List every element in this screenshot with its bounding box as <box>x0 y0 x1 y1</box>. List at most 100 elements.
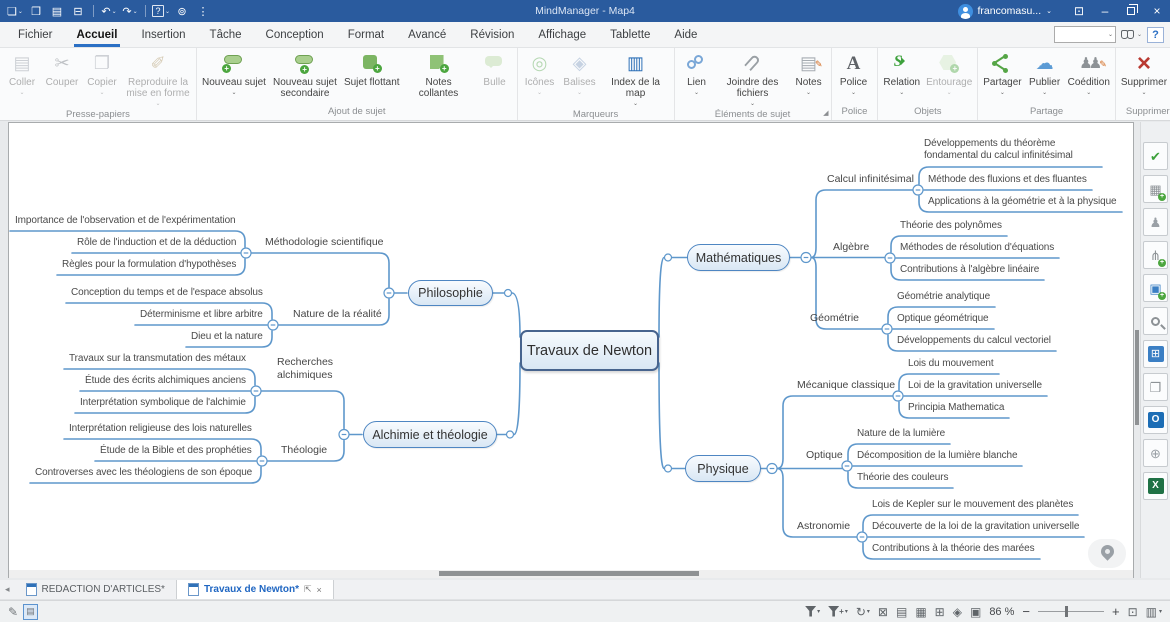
document-tab-travaux-de-newton[interactable]: Travaux de Newton*⇱× <box>176 580 334 599</box>
icons-panel-button[interactable]: ⊞ <box>935 605 945 619</box>
map-markers-button[interactable]: ✔ <box>1143 142 1168 170</box>
leaf-topic[interactable]: Interprétation religieuse des lois natur… <box>69 422 252 435</box>
leaf-topic[interactable]: Théorie des polynômes <box>900 219 1002 232</box>
leaf-topic[interactable]: Développements du théorème fondamental d… <box>924 138 1098 161</box>
redo-button[interactable]: ↷⌄ <box>120 2 140 20</box>
leaf-topic[interactable]: Dieu et la nature <box>191 330 263 343</box>
main-topic-alchimie-et-theologie[interactable]: Alchimie et théologie <box>363 421 497 448</box>
leaf-topic[interactable]: Rôle de l'induction et de la déduction <box>77 236 236 249</box>
subtopic-optique[interactable]: Optique <box>806 449 843 462</box>
tags-panel-button[interactable]: ◈ <box>953 605 962 619</box>
panel-layout-button[interactable]: ▥▾ <box>1146 605 1162 619</box>
help-button[interactable]: ? <box>1147 27 1164 43</box>
relation-button[interactable]: SRelation⌄ <box>880 51 923 97</box>
new-document-button[interactable]: ❏⌄ <box>5 2 25 20</box>
leaf-topic[interactable]: Nature de la lumière <box>857 427 945 440</box>
save-button[interactable]: ▤ <box>47 2 67 20</box>
subtopic-theologie[interactable]: Théologie <box>281 444 327 457</box>
leaf-topic[interactable]: Contributions à la théorie des marées <box>872 542 1035 555</box>
leaf-topic[interactable]: Étude des écrits alchimiques anciens <box>85 374 246 387</box>
notes-button[interactable]: ▤✎Notes⌄ <box>789 51 829 97</box>
leaf-topic[interactable]: Loi de la gravitation universelle <box>908 379 1042 392</box>
learning-center-button[interactable]: ⊚ <box>172 2 192 20</box>
add-task-info-button[interactable]: ▦+ <box>1143 175 1168 203</box>
zoom-in-button[interactable]: + <box>1112 604 1120 619</box>
leaf-topic[interactable]: Développements du calcul vectoriel <box>897 334 1051 347</box>
leaf-topic[interactable]: Controverses avec les théologiens de son… <box>35 466 252 479</box>
fit-map-button[interactable]: ⊞ <box>1143 340 1168 368</box>
joindre-des-fichiers-button[interactable]: Joindre des fichiers⌄ <box>717 51 789 108</box>
subtopic-calcul-infinitesimal[interactable]: Calcul infinitésimal <box>827 173 914 186</box>
notes-panel-button[interactable]: ▤ <box>896 605 907 619</box>
add-image-button[interactable]: ▣+ <box>1143 274 1168 302</box>
coedition-button[interactable]: ♟♟✎Coédition⌄ <box>1065 51 1113 97</box>
touch-mode-button[interactable]: ▤ <box>23 604 38 620</box>
select-tool-button[interactable]: ⊠ <box>878 605 888 619</box>
more-commands-button[interactable]: ⋮ <box>193 2 213 20</box>
close-tab-icon[interactable]: × <box>317 585 322 595</box>
vertical-scrollbar[interactable] <box>1135 330 1139 425</box>
leaf-topic[interactable]: Déterminisme et libre arbitre <box>140 308 263 321</box>
leaf-topic[interactable]: Principia Mathematica <box>908 401 1004 414</box>
leaf-topic[interactable]: Lois de Kepler sur le mouvement des plan… <box>872 498 1073 511</box>
subtopic-nature-de-la-realite[interactable]: Nature de la réalité <box>293 308 382 321</box>
leaf-topic[interactable]: Optique géométrique <box>897 312 989 325</box>
presentation-button[interactable]: ▣ <box>970 605 981 619</box>
sujet-flottant-button[interactable]: Sujet flottant <box>341 51 403 89</box>
zoom-out-button[interactable]: − <box>1022 604 1030 619</box>
subtopic-methodologie-scientifique[interactable]: Méthodologie scientifique <box>265 236 384 249</box>
subtopic-geometrie[interactable]: Géométrie <box>810 312 859 325</box>
leaf-topic[interactable]: Décomposition de la lumière blanche <box>857 449 1017 462</box>
help-button[interactable]: ?⌄ <box>151 2 171 20</box>
fit-map-button[interactable]: ⊡ <box>1128 605 1138 619</box>
subtopic-algebre[interactable]: Algèbre <box>833 241 869 254</box>
quick-filter-button[interactable]: +▾ <box>828 606 848 617</box>
leaf-topic[interactable]: Travaux sur la transmutation des métaux <box>69 352 246 365</box>
add-subtopic-button[interactable]: ⋔+ <box>1143 241 1168 269</box>
nouveau-sujet-secondaire-button[interactable]: Nouveau sujet secondaire <box>269 51 341 100</box>
outlook-button[interactable]: O <box>1143 406 1168 434</box>
account-menu[interactable]: francomasu... ⌄ <box>958 4 1053 19</box>
locate-map-button[interactable] <box>1088 539 1126 568</box>
leaf-topic[interactable]: Interprétation symbolique de l'alchimie <box>80 396 246 409</box>
tab-scroll-left-icon[interactable]: ◂ <box>0 580 15 599</box>
tab-accueil[interactable]: Accueil <box>65 22 130 47</box>
sync-button[interactable]: ↻▾ <box>856 605 870 619</box>
leaf-topic[interactable]: Étude de la Bible et des prophéties <box>100 444 252 457</box>
dialog-launcher-icon[interactable]: ◢ <box>823 109 828 117</box>
tab-fichier[interactable]: Fichier <box>6 22 65 47</box>
search-input[interactable] <box>1055 28 1105 41</box>
subtopic-astronomie[interactable]: Astronomie <box>797 520 850 533</box>
main-topic-physique[interactable]: Physique <box>685 455 761 482</box>
supprimer-button[interactable]: ×Supprimer⌄ <box>1118 51 1170 97</box>
undo-button[interactable]: ↶⌄ <box>99 2 119 20</box>
tab-affichage[interactable]: Affichage <box>526 22 598 47</box>
main-topic-mathematiques[interactable]: Mathématiques <box>687 244 790 271</box>
restore-button[interactable] <box>1118 0 1144 22</box>
leaf-topic[interactable]: Géométrie analytique <box>897 290 990 303</box>
subtopic-mecanique-classique[interactable]: Mécanique classique <box>797 379 895 392</box>
close-button[interactable]: × <box>1144 0 1170 22</box>
tab-insertion[interactable]: Insertion <box>129 22 197 47</box>
leaf-topic[interactable]: Méthodes de résolution d'équations <box>900 241 1054 254</box>
find-binoculars-icon[interactable]: ⌄ <box>1121 30 1142 39</box>
horizontal-scrollbar[interactable] <box>439 571 699 576</box>
document-tab-redaction-d-articles[interactable]: REDACTION D'ARTICLES* <box>15 580 176 599</box>
tab-avance[interactable]: Avancé <box>396 22 458 47</box>
tab-tache[interactable]: Tâche <box>198 22 254 47</box>
main-topic-philosophie[interactable]: Philosophie <box>408 280 493 306</box>
search-button[interactable] <box>1143 307 1168 335</box>
tab-tablette[interactable]: Tablette <box>598 22 662 47</box>
task-panel-button[interactable]: ▦ <box>915 605 926 619</box>
print-button[interactable]: ⊟ <box>68 2 88 20</box>
ribbon-search-box[interactable]: ⌄ <box>1054 26 1116 43</box>
leaf-topic[interactable]: Importance de l'observation et de l'expé… <box>15 214 236 227</box>
filter-button[interactable]: ▾ <box>805 606 820 617</box>
float-tab-icon[interactable]: ⇱ <box>304 584 312 595</box>
nouveau-sujet-button[interactable]: Nouveau sujet⌄ <box>199 51 269 97</box>
open-button[interactable]: ❒ <box>26 2 46 20</box>
leaf-topic[interactable]: Méthode des fluxions et des fluantes <box>928 173 1087 186</box>
leaf-topic[interactable]: Lois du mouvement <box>908 357 994 370</box>
tab-revision[interactable]: Révision <box>458 22 526 47</box>
ribbon-display-options-button[interactable]: ⊡ <box>1066 0 1092 22</box>
